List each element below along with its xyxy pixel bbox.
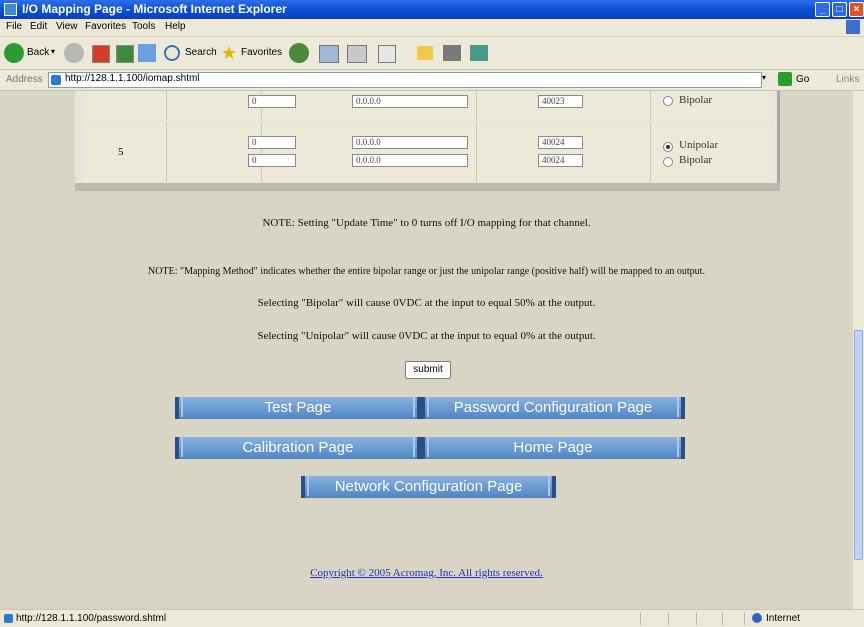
note-unipolar: Selecting "Unipolar" will cause 0VDC at … xyxy=(257,330,596,342)
ie-icon xyxy=(4,3,17,16)
address-url: http://128.1.1.100/iomap.shtml xyxy=(65,73,200,84)
title-bar: I/O Mapping Page - Microsoft Internet Ex… xyxy=(0,0,864,19)
column-divider xyxy=(650,91,651,120)
minimize-button[interactable]: _ xyxy=(815,2,830,17)
ip-address-input[interactable]: 0.0.0.0 xyxy=(352,154,468,167)
status-url: http://128.1.1.100/password.shtml xyxy=(16,613,167,624)
status-divider xyxy=(668,612,669,625)
password-config-button[interactable]: Password Configuration Page xyxy=(421,397,685,419)
folder-icon[interactable] xyxy=(417,46,433,60)
search-icon[interactable] xyxy=(164,45,180,61)
back-dropdown-icon[interactable]: ▾ xyxy=(51,47,55,56)
page-content: 0 0.0.0.0 40023 Bipolar 5 0 0 0.0.0.0 0.… xyxy=(0,91,853,609)
address-dropdown-icon[interactable]: ▾ xyxy=(762,73,766,82)
scrollbar-thumb[interactable] xyxy=(854,330,863,560)
submit-button[interactable]: submit xyxy=(405,361,451,379)
edit-icon[interactable] xyxy=(378,45,396,63)
table-shadow xyxy=(75,183,780,191)
menu-favorites[interactable]: Favorites xyxy=(85,21,126,32)
bipolar-radio[interactable] xyxy=(663,157,673,167)
go-arrow-icon[interactable] xyxy=(778,72,792,86)
unipolar-radio[interactable] xyxy=(663,142,673,152)
network-config-button[interactable]: Network Configuration Page xyxy=(301,476,556,498)
register-input[interactable]: 40024 xyxy=(538,136,583,149)
print-icon[interactable] xyxy=(347,45,367,63)
status-divider xyxy=(696,612,697,625)
maximize-button[interactable]: □ xyxy=(832,2,847,17)
menu-bar: File Edit View Favorites Tools Help xyxy=(0,19,864,37)
calibration-page-button[interactable]: Calibration Page xyxy=(175,437,421,459)
messenger-icon[interactable] xyxy=(443,45,461,61)
close-button[interactable]: × xyxy=(849,2,864,17)
back-arrow-icon[interactable] xyxy=(4,43,24,63)
internet-zone-icon xyxy=(752,613,762,623)
page-status-icon xyxy=(4,614,13,623)
register-input[interactable]: 40023 xyxy=(538,95,583,108)
copyright-link[interactable]: Copyright © 2005 Acromag, Inc. All right… xyxy=(0,567,853,579)
toolbar: Back ▾ Search ★ Favorites xyxy=(0,37,864,70)
address-label: Address xyxy=(6,74,43,85)
test-page-button[interactable]: Test Page xyxy=(175,397,421,419)
register-input[interactable]: 40024 xyxy=(538,154,583,167)
table-row: 5 0 0 0.0.0.0 0.0.0.0 40024 40024 Unipol… xyxy=(85,122,770,182)
menu-help[interactable]: Help xyxy=(165,21,186,32)
update-time-input[interactable]: 0 xyxy=(248,136,296,149)
refresh-icon[interactable] xyxy=(116,45,134,63)
column-divider xyxy=(261,122,262,182)
security-zone-label: Internet xyxy=(766,613,800,624)
channel-number: 5 xyxy=(118,146,124,158)
menu-file[interactable]: File xyxy=(6,21,22,32)
note-mapping-method: NOTE: "Mapping Method" indicates whether… xyxy=(148,266,705,277)
favorites-button[interactable]: Favorites xyxy=(241,47,282,58)
status-divider xyxy=(640,612,641,625)
status-bar: http://128.1.1.100/password.shtml Intern… xyxy=(0,609,864,627)
back-button[interactable]: Back xyxy=(27,47,49,58)
column-divider xyxy=(166,91,167,120)
home-page-button[interactable]: Home Page xyxy=(421,437,685,459)
column-divider xyxy=(650,122,651,182)
note-bipolar: Selecting "Bipolar" will cause 0VDC at t… xyxy=(257,297,596,309)
mail-icon[interactable] xyxy=(319,45,339,63)
update-time-input[interactable]: 0 xyxy=(248,95,296,108)
go-button[interactable]: Go xyxy=(796,74,809,85)
address-input[interactable]: http://128.1.1.100/iomap.shtml xyxy=(48,72,762,88)
status-divider xyxy=(744,612,745,625)
bipolar-label: Bipolar xyxy=(679,94,712,106)
update-time-input[interactable]: 0 xyxy=(248,154,296,167)
stop-icon[interactable] xyxy=(92,45,110,63)
note-update-time: NOTE: Setting "Update Time" to 0 turns o… xyxy=(262,217,591,229)
page-icon xyxy=(51,75,61,85)
window-title: I/O Mapping Page - Microsoft Internet Ex… xyxy=(22,2,287,16)
table-row: 0 0.0.0.0 40023 Bipolar xyxy=(85,91,770,120)
favorites-star-icon[interactable]: ★ xyxy=(221,44,239,62)
tools-icon[interactable] xyxy=(470,45,488,61)
bipolar-radio[interactable] xyxy=(663,96,673,106)
menu-view[interactable]: View xyxy=(56,21,78,32)
links-button[interactable]: Links xyxy=(836,74,859,85)
ip-address-input[interactable]: 0.0.0.0 xyxy=(352,136,468,149)
unipolar-label: Unipolar xyxy=(679,139,719,151)
menu-edit[interactable]: Edit xyxy=(30,21,47,32)
history-icon[interactable] xyxy=(289,43,309,63)
bipolar-label: Bipolar xyxy=(679,154,712,166)
forward-arrow-icon[interactable] xyxy=(64,43,84,63)
search-button[interactable]: Search xyxy=(185,47,217,58)
column-divider xyxy=(476,122,477,182)
column-divider xyxy=(476,91,477,120)
menu-tools[interactable]: Tools xyxy=(132,21,155,32)
status-divider xyxy=(722,612,723,625)
home-icon[interactable] xyxy=(138,44,156,62)
ip-address-input[interactable]: 0.0.0.0 xyxy=(352,95,468,108)
address-bar: Address http://128.1.1.100/iomap.shtml ▾… xyxy=(0,70,864,91)
windows-logo-icon xyxy=(846,20,860,34)
column-divider xyxy=(166,122,167,182)
